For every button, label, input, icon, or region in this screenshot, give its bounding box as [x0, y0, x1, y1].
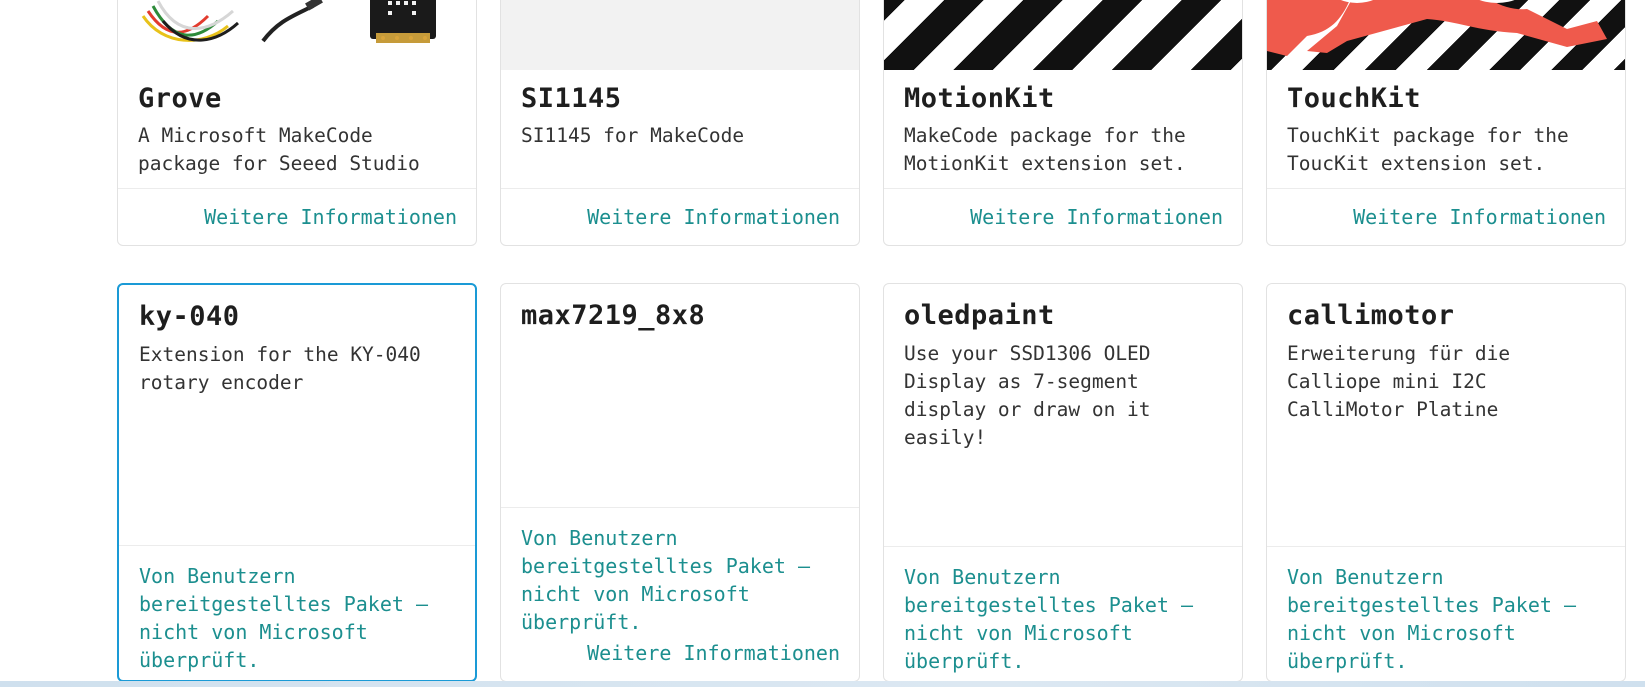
- more-info-link[interactable]: Weitere Informationen: [970, 205, 1223, 229]
- unverified-package-warning: Von Benutzern bereitgestelltes Paket – n…: [139, 564, 428, 672]
- more-info-link[interactable]: Weitere Informationen: [587, 641, 840, 665]
- touchkit-shapes-image: [1267, 0, 1625, 70]
- card-description: TouchKit package for the ToucKit extensi…: [1287, 124, 1569, 175]
- extension-card-touchkit[interactable]: TouchKit TouchKit package for the ToucKi…: [1266, 0, 1626, 246]
- card-title: max7219_8x8: [521, 300, 706, 331]
- extension-card-oledpaint[interactable]: oledpaint Use your SSD1306 OLED Display …: [883, 283, 1243, 682]
- card-description: A Microsoft MakeCode package for Seeed S…: [138, 124, 420, 175]
- card-description: Erweiterung für die Calliope mini I2C Ca…: [1287, 342, 1511, 421]
- card-description: Use your SSD1306 OLED Display as 7-segme…: [904, 342, 1151, 449]
- card-footer: Weitere Informationen: [884, 188, 1242, 245]
- card-footer: Weitere Informationen: [1267, 188, 1625, 245]
- card-title: Grove: [138, 83, 222, 114]
- more-info-link[interactable]: Weitere Informationen: [1353, 205, 1606, 229]
- card-title: ky-040: [139, 301, 240, 332]
- card-title: MotionKit: [904, 83, 1055, 114]
- extension-card-callimotor[interactable]: callimotor Erweiterung für die Calliope …: [1266, 283, 1626, 682]
- si1145-image-placeholder: [501, 0, 859, 70]
- card-title: SI1145: [521, 83, 622, 114]
- grove-product-image: [118, 0, 476, 70]
- card-title: oledpaint: [904, 300, 1055, 331]
- card-footer: Von Benutzern bereitgestelltes Paket – n…: [884, 546, 1242, 681]
- extension-card-si1145[interactable]: SI1145 SI1145 for MakeCode Weitere Infor…: [500, 0, 860, 246]
- unverified-package-warning: Von Benutzern bereitgestelltes Paket – n…: [521, 526, 810, 634]
- card-footer: Weitere Informationen: [118, 188, 476, 245]
- unverified-package-warning: Von Benutzern bereitgestelltes Paket – n…: [1287, 565, 1576, 673]
- extension-card-max7219_8x8[interactable]: max7219_8x8 Von Benutzern bereitgestellt…: [500, 283, 860, 682]
- motionkit-stripes-image: [884, 0, 1242, 70]
- card-title: callimotor: [1287, 300, 1455, 331]
- card-footer: Von Benutzern bereitgestelltes Paket – n…: [501, 507, 859, 681]
- more-info-link[interactable]: Weitere Informationen: [587, 205, 840, 229]
- card-description: SI1145 for MakeCode: [521, 124, 745, 147]
- unverified-package-warning: Von Benutzern bereitgestelltes Paket – n…: [904, 565, 1193, 673]
- horizontal-scrollbar[interactable]: [0, 681, 1645, 687]
- more-info-link[interactable]: Weitere Informationen: [204, 205, 457, 229]
- card-footer: Von Benutzern bereitgestelltes Paket – n…: [119, 545, 475, 680]
- card-footer: Weitere Informationen: [501, 188, 859, 245]
- card-footer: Von Benutzern bereitgestelltes Paket – n…: [1267, 546, 1625, 681]
- extension-card-ky-040[interactable]: ky-040 Extension for the KY-040 rotary e…: [117, 283, 477, 682]
- card-description: MakeCode package for the MotionKit exten…: [904, 124, 1186, 175]
- extension-card-motionkit[interactable]: MotionKit MakeCode package for the Motio…: [883, 0, 1243, 246]
- extension-card-grove[interactable]: Grove A Microsoft MakeCode package for S…: [117, 0, 477, 246]
- card-description: Extension for the KY-040 rotary encoder: [139, 343, 421, 394]
- card-title: TouchKit: [1287, 83, 1422, 114]
